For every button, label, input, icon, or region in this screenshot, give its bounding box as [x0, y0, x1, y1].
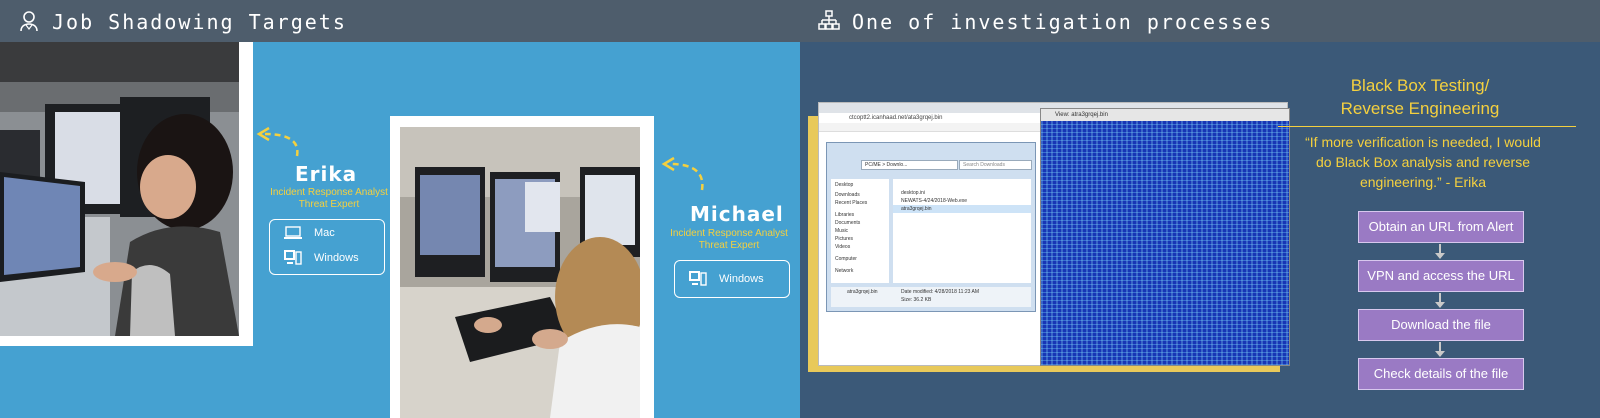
explorer-sidebar: Desktop Downloads Recent Places Librarie…	[831, 179, 889, 283]
sidebar-item[interactable]: Desktop	[831, 179, 889, 191]
divider-line	[1278, 126, 1576, 127]
sidebar-item[interactable]: Recent Places	[831, 199, 889, 207]
details-size: Size: 36.2 KB	[901, 297, 932, 303]
erika-photo	[0, 42, 239, 336]
erika-arrow	[255, 126, 305, 163]
hex-viewer-title: View: atra3grqej.bin	[1041, 109, 1289, 121]
os-item-mac: Mac	[284, 226, 335, 240]
michael-arrow	[660, 152, 710, 197]
erika-role-line1: Incident Response Analyst	[270, 187, 388, 198]
michael-role: Incident Response Analyst Threat Expert	[664, 228, 794, 252]
step-arrow	[1435, 244, 1445, 259]
sidebar-item[interactable]: Documents	[831, 219, 889, 227]
flowchart-icon	[818, 10, 840, 30]
sidebar-item[interactable]: Computer	[831, 251, 889, 263]
desktop-icon	[284, 250, 302, 265]
erika-role: Incident Response Analyst Threat Expert	[258, 187, 400, 211]
os-item-windows: Windows	[689, 271, 764, 287]
details-date: Date modified: 4/28/2018 11:23 AM	[901, 289, 980, 295]
left-title: Job Shadowing Targets	[52, 10, 347, 34]
explorer-file-list: desktop.ini NEWATS-4/24/2018-Web.exe atr…	[893, 179, 1031, 283]
details-filename: atra3grqej.bin	[847, 289, 878, 295]
step-download-file: Download the file	[1358, 309, 1524, 341]
erika-os-box: Mac Windows	[269, 219, 385, 275]
laptop-icon	[284, 226, 302, 239]
os-label-windows: Windows	[314, 252, 359, 264]
michael-role-line1: Incident Response Analyst	[670, 228, 788, 239]
black-box-title-line1: Black Box Testing/	[1350, 76, 1490, 95]
michael-photo	[400, 127, 640, 418]
step-check-details: Check details of the file	[1358, 358, 1524, 390]
os-item-windows: Windows	[284, 250, 359, 266]
erika-quote: “If more verification is needed, I would…	[1305, 134, 1541, 190]
michael-role-line2: Threat Expert	[698, 240, 760, 251]
os-label-windows: Windows	[719, 273, 764, 285]
hex-viewer-window: View: atra3grqej.bin	[1040, 108, 1290, 366]
explorer-details: atra3grqej.bin Date modified: 4/28/2018 …	[831, 287, 1031, 307]
file-item[interactable]: NEWATS-4/24/2018-Web.exe	[893, 197, 1031, 205]
hex-content	[1041, 121, 1289, 365]
erika-name: Erika	[295, 162, 358, 186]
explorer-window: PC/ME > Downlo... Search Downloads Deskt…	[826, 142, 1036, 312]
step-vpn-access: VPN and access the URL	[1358, 260, 1524, 292]
desktop-icon	[689, 271, 707, 286]
sidebar-item[interactable]: Downloads	[831, 191, 889, 199]
job-shadowing-panel: Job Shadowing Targets Erika Incident Res…	[0, 0, 800, 418]
os-label-mac: Mac	[314, 227, 335, 239]
black-box-title-line2: Reverse Engineering	[1340, 99, 1500, 118]
step-arrow	[1435, 342, 1445, 357]
right-header: One of investigation processes	[800, 0, 1600, 42]
sidebar-item[interactable]: Network	[831, 263, 889, 275]
sidebar-item[interactable]: Pictures	[831, 235, 889, 243]
left-header: Job Shadowing Targets	[0, 0, 800, 42]
sidebar-item[interactable]: Libraries	[831, 207, 889, 219]
file-item[interactable]: desktop.ini	[893, 179, 1031, 197]
step-arrow	[1435, 293, 1445, 308]
step-obtain-url: Obtain an URL from Alert	[1358, 211, 1524, 243]
person-icon	[20, 11, 38, 32]
erika-role-line2: Threat Expert	[298, 199, 360, 210]
sidebar-item[interactable]: Music	[831, 227, 889, 235]
file-item-selected[interactable]: atra3grqej.bin	[893, 205, 1031, 213]
explorer-path[interactable]: PC/ME > Downlo...	[861, 160, 958, 170]
right-title: One of investigation processes	[852, 10, 1274, 34]
michael-os-box: Windows	[674, 260, 790, 298]
black-box-title: Black Box Testing/ Reverse Engineering	[1305, 74, 1535, 120]
explorer-search[interactable]: Search Downloads	[959, 160, 1032, 170]
michael-name: Michael	[690, 202, 784, 226]
sidebar-item[interactable]: Videos	[831, 243, 889, 251]
